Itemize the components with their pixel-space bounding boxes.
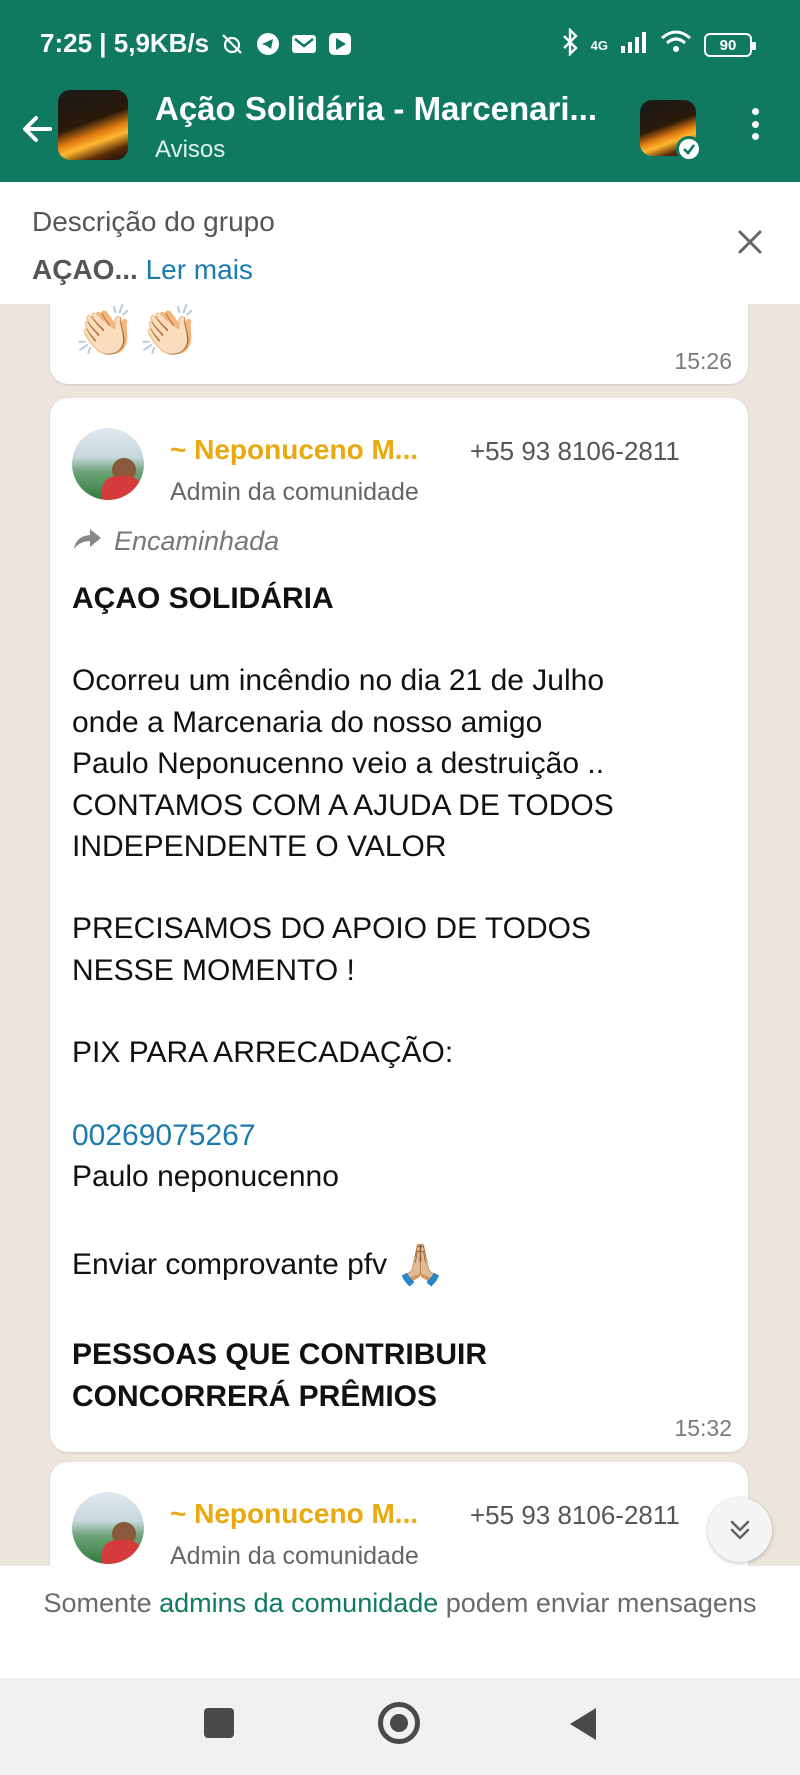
description-text: AÇAO... Ler mais bbox=[32, 254, 253, 286]
status-bar: 7:25 | 5,9KB/s 4G 90 bbox=[0, 0, 800, 88]
message-line: CONCORRERÁ PRÊMIOS bbox=[72, 1379, 438, 1413]
sender-phone: +55 93 8106-2811 bbox=[470, 1500, 680, 1530]
check-badge-icon bbox=[676, 136, 702, 162]
arrow-left-icon[interactable] bbox=[14, 106, 60, 152]
telegram-icon bbox=[255, 31, 281, 57]
description-snippet: AÇAO... bbox=[32, 254, 138, 285]
wifi-icon bbox=[660, 30, 692, 60]
home-button[interactable] bbox=[378, 1702, 420, 1744]
message-line: PIX PARA ARRECADAÇÃO: bbox=[72, 1036, 454, 1070]
forwarded-label: Encaminhada bbox=[72, 526, 279, 557]
sender-role: Admin da comunidade bbox=[170, 478, 419, 506]
message-line: Enviar comprovante pfv 🙏🏼 bbox=[72, 1238, 722, 1293]
message-bubble[interactable]: ~ Neponuceno M... +55 93 8106-2811 Admin… bbox=[50, 398, 748, 1452]
avatar[interactable] bbox=[72, 428, 144, 500]
message-line: PESSOAS QUE CONTRIBUIR bbox=[72, 1338, 488, 1372]
message-text: AÇAO SOLIDÁRIA Ocorreu um incêndio no di… bbox=[72, 578, 722, 1417]
clapping-hands-emoji: 👏🏻👏🏻 bbox=[74, 304, 203, 359]
praying-hands-emoji: 🙏🏼 bbox=[395, 1243, 446, 1288]
message-line: Ocorreu um incêndio no dia 21 de Julho bbox=[72, 664, 605, 698]
message-line: CONTAMOS COM A AJUDA DE TODOS bbox=[72, 788, 614, 822]
chat-header: Ação Solidária - Marcenari... Avisos bbox=[0, 88, 800, 182]
group-subtitle[interactable]: Avisos bbox=[155, 136, 225, 164]
group-avatar[interactable] bbox=[58, 90, 128, 160]
group-description-banner[interactable]: Descrição do grupo AÇAO... Ler mais bbox=[0, 182, 800, 304]
status-bar-right: 4G 90 bbox=[561, 27, 756, 62]
message-title: AÇAO SOLIDÁRIA bbox=[72, 582, 334, 615]
description-title: Descrição do grupo bbox=[32, 206, 275, 237]
system-nav-bar bbox=[0, 1678, 800, 1775]
play-store-icon bbox=[327, 31, 353, 57]
message-line: Paulo Neponucenno veio a destruição .. bbox=[72, 747, 605, 781]
avatar[interactable] bbox=[72, 1492, 144, 1564]
chevron-double-down-icon[interactable] bbox=[708, 1498, 772, 1562]
community-admins-link[interactable]: admins da comunidade bbox=[159, 1588, 438, 1618]
forward-arrow-icon bbox=[72, 526, 102, 557]
close-icon[interactable] bbox=[730, 222, 770, 262]
forwarded-text: Encaminhada bbox=[114, 526, 280, 556]
message-line: PRECISAMOS DO APOIO DE TODOS bbox=[72, 912, 592, 946]
back-triangle-icon[interactable] bbox=[566, 1706, 600, 1747]
sender-name[interactable]: ~ Neponuceno M... bbox=[170, 1498, 460, 1530]
message-line-text: Enviar comprovante pfv bbox=[72, 1248, 388, 1282]
pix-key-link[interactable]: 00269075267 bbox=[72, 1115, 722, 1156]
community-avatar[interactable] bbox=[640, 100, 702, 162]
sender-phone: +55 93 8106-2811 bbox=[470, 436, 680, 466]
read-more-link[interactable]: Ler mais bbox=[146, 254, 253, 285]
status-bar-left: 7:25 | 5,9KB/s bbox=[40, 28, 353, 59]
gmail-icon bbox=[291, 31, 317, 57]
sender-name[interactable]: ~ Neponuceno M... bbox=[170, 434, 460, 466]
message-time: 15:32 bbox=[674, 1415, 732, 1441]
chat-area[interactable]: 👏🏻👏🏻 15:26 ~ Neponuceno M... +55 93 8106… bbox=[0, 304, 800, 1566]
notice-suffix: podem enviar mensagens bbox=[438, 1588, 757, 1618]
message-line: Paulo neponucenno bbox=[72, 1159, 339, 1193]
status-time-speed: 7:25 | 5,9KB/s bbox=[40, 28, 210, 58]
recents-button[interactable] bbox=[204, 1708, 234, 1738]
message-line: INDEPENDENTE O VALOR bbox=[72, 829, 447, 863]
notice-prefix: Somente bbox=[43, 1588, 160, 1618]
message-line: NESSE MOMENTO ! bbox=[72, 953, 355, 987]
alarm-off-icon bbox=[219, 31, 245, 57]
network-label: 4G bbox=[590, 37, 608, 53]
group-title[interactable]: Ação Solidária - Marcenari... bbox=[155, 90, 625, 128]
sender-role: Admin da comunidade bbox=[170, 1542, 419, 1566]
message-bubble[interactable]: ~ Neponuceno M... +55 93 8106-2811 Admin… bbox=[50, 1462, 748, 1566]
battery-indicator: 90 bbox=[704, 33, 756, 57]
message-bubble[interactable]: 👏🏻👏🏻 15:26 bbox=[50, 304, 748, 384]
more-vertical-icon[interactable] bbox=[740, 104, 770, 144]
signal-icon bbox=[620, 30, 648, 60]
message-time: 15:26 bbox=[674, 348, 732, 374]
admin-only-notice: Somente admins da comunidade podem envia… bbox=[0, 1566, 800, 1678]
message-line: onde a Marcenaria do nosso amigo bbox=[72, 705, 543, 739]
bluetooth-icon bbox=[561, 27, 579, 62]
